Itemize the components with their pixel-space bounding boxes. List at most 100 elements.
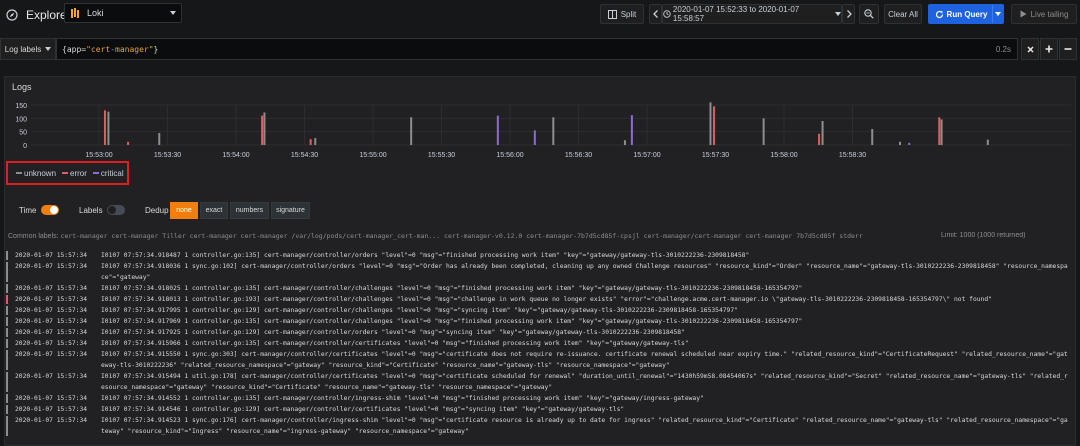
dedup-signature-button[interactable]: signature <box>271 202 310 219</box>
x-tick-label: 15:54:00 <box>222 152 249 159</box>
log-row[interactable]: 2020-01-07 15:57:34 I0107 07:57:34.915550… <box>5 349 1073 371</box>
log-level-indicator-unknown <box>6 284 8 293</box>
log-labels-button[interactable]: Log labels <box>0 38 56 60</box>
legend-label-error: error <box>70 168 87 178</box>
log-timestamp: 2020-01-07 15:57:34 <box>15 373 88 380</box>
remove-query-button[interactable] <box>1021 38 1039 60</box>
chart-legend: unknown error critical <box>6 161 129 185</box>
close-icon <box>1026 45 1034 53</box>
x-tick-label: 15:56:00 <box>496 152 523 159</box>
log-message: I0107 07:57:34.914523 1 sync.go:176] cer… <box>101 417 1068 435</box>
log-row[interactable]: 2020-01-07 15:57:34 I0107 07:57:34.917925… <box>5 327 1073 338</box>
dedup-none-button[interactable]: none <box>170 202 198 219</box>
remove-row-button[interactable] <box>1059 38 1077 60</box>
log-message: I0107 07:57:34.917925 1 controller.go:12… <box>101 329 685 336</box>
live-tailing-button[interactable]: Live tailing <box>1011 4 1077 24</box>
minus-icon <box>1064 48 1072 50</box>
loki-logo-icon <box>71 7 79 18</box>
x-tick-label: 15:58:00 <box>770 152 797 159</box>
dedup-numbers-button[interactable]: numbers <box>230 202 269 219</box>
log-row[interactable]: 2020-01-07 15:57:34 I0107 07:57:34.917969… <box>5 316 1073 327</box>
time-shift-back-button[interactable] <box>649 4 662 24</box>
log-message: I0107 07:57:34.914552 1 controller.go:13… <box>101 395 704 402</box>
x-tick-label: 15:57:30 <box>702 152 729 159</box>
legend-item-error[interactable]: error <box>62 169 87 178</box>
query-field[interactable]: { app = "cert-manager" } 0.2s <box>56 38 1018 60</box>
logs-volume-chart: 150 100 50 0 15:53:00 15:53:30 15:54:00 15:54:3… <box>15 102 1071 159</box>
log-level-indicator-unknown <box>6 339 8 348</box>
time-shift-forward-button[interactable] <box>842 4 855 24</box>
log-level-indicator-unknown <box>6 251 8 260</box>
log-timestamp: 2020-01-07 15:57:34 <box>15 263 88 270</box>
log-level-indicator-unknown <box>6 328 8 337</box>
bar-unknown <box>623 140 626 145</box>
time-toggle[interactable] <box>41 205 59 215</box>
dedup-exact-button[interactable]: exact <box>200 202 228 219</box>
legend-label-critical: critical <box>100 168 124 178</box>
bar-unknown <box>940 119 943 145</box>
log-row[interactable]: 2020-01-07 15:57:34 I0107 07:57:34.917995… <box>5 305 1073 316</box>
bar-critical <box>496 115 499 145</box>
labels-toggle-label: Labels <box>79 206 103 215</box>
chevron-down-icon <box>995 12 1001 16</box>
chevron-left-icon <box>652 10 658 18</box>
log-message: I0107 07:57:34.918025 1 controller.go:13… <box>101 285 803 292</box>
logs-panel: Logs 150 100 50 0 15:53:00 15:53:30 15:54:00 15… <box>4 76 1076 446</box>
bar-unknown <box>107 111 110 145</box>
bar-error <box>103 110 106 145</box>
log-row[interactable]: 2020-01-07 15:57:34 I0107 07:57:34.914552… <box>5 393 1073 404</box>
labels-toggle[interactable] <box>107 205 125 215</box>
log-message: I0107 07:57:34.915966 1 controller.go:13… <box>101 340 689 347</box>
x-tick-label: 15:57:00 <box>633 152 660 159</box>
log-row[interactable]: 2020-01-07 15:57:34 I0107 07:57:34.918025… <box>5 283 1073 294</box>
log-timestamp: 2020-01-07 15:57:34 <box>15 252 88 259</box>
y-tick-label: 0 <box>23 143 27 150</box>
bar-unknown <box>762 118 765 145</box>
x-tick-label: 15:53:00 <box>85 152 112 159</box>
split-button[interactable]: Split <box>600 4 644 24</box>
refresh-icon <box>935 10 943 18</box>
log-level-indicator-unknown <box>6 350 8 370</box>
x-tick-label: 15:55:30 <box>428 152 455 159</box>
log-row[interactable]: 2020-01-07 15:57:34 I0107 07:57:34.918487… <box>5 250 1073 261</box>
split-label: Split <box>620 9 637 19</box>
log-message: I0107 07:57:34.915494 1 util.go:178] cer… <box>101 373 1068 391</box>
log-row[interactable]: 2020-01-07 15:57:34 I0107 07:57:34.918013… <box>5 294 1073 305</box>
log-labels-label: Log labels <box>4 44 42 54</box>
log-level-indicator-unknown <box>6 394 8 403</box>
common-labels-values: cert-manager cert-manager Tiller cert-ma… <box>60 232 863 240</box>
bar-error <box>712 106 715 145</box>
time-range-picker[interactable]: 2020-01-07 15:52:33 to 2020-01-07 15:58:… <box>662 4 842 24</box>
log-display-controls: Time Labels Dedup none exact numbers sig… <box>5 199 1075 223</box>
plus-icon <box>1045 45 1053 53</box>
log-rows: 2020-01-07 15:57:34 I0107 07:57:34.918487… <box>5 250 1073 437</box>
legend-item-unknown[interactable]: unknown <box>16 169 56 178</box>
log-row[interactable]: 2020-01-07 15:57:34 I0107 07:57:34.918036… <box>5 261 1073 283</box>
x-tick-label: 15:55:00 <box>359 152 386 159</box>
add-query-button[interactable] <box>1040 38 1058 60</box>
chevron-down-icon <box>170 11 176 15</box>
log-message: I0107 07:57:34.918036 1 sync.go:102] cer… <box>101 263 1068 281</box>
run-interval-dropdown[interactable] <box>992 4 1004 24</box>
time-toggle-label: Time <box>19 206 37 215</box>
log-timestamp: 2020-01-07 15:57:34 <box>15 307 88 314</box>
legend-item-critical[interactable]: critical <box>92 168 124 178</box>
zoom-out-button[interactable] <box>859 4 879 24</box>
bar-error <box>938 117 941 145</box>
y-tick-label: 100 <box>15 116 27 123</box>
log-timestamp: 2020-01-07 15:57:34 <box>15 351 88 358</box>
log-row[interactable]: 2020-01-07 15:57:34 I0107 07:57:34.914523… <box>5 415 1073 437</box>
clear-all-button[interactable]: Clear All <box>884 4 922 24</box>
log-row[interactable]: 2020-01-07 15:57:34 I0107 07:57:34.914546… <box>5 404 1073 415</box>
log-row[interactable]: 2020-01-07 15:57:34 I0107 07:57:34.915966… <box>5 338 1073 349</box>
bar-unknown <box>263 112 266 145</box>
page-title: Explore <box>26 8 67 22</box>
datasource-picker[interactable]: Loki <box>64 3 182 23</box>
log-level-indicator-error <box>6 295 8 304</box>
log-timestamp: 2020-01-07 15:57:34 <box>15 296 88 303</box>
chevron-down-icon <box>45 47 52 51</box>
run-query-button[interactable]: Run Query <box>928 4 994 24</box>
bar-error <box>127 141 130 145</box>
bar-error <box>818 133 821 145</box>
log-row[interactable]: 2020-01-07 15:57:34 I0107 07:57:34.915494… <box>5 371 1073 393</box>
